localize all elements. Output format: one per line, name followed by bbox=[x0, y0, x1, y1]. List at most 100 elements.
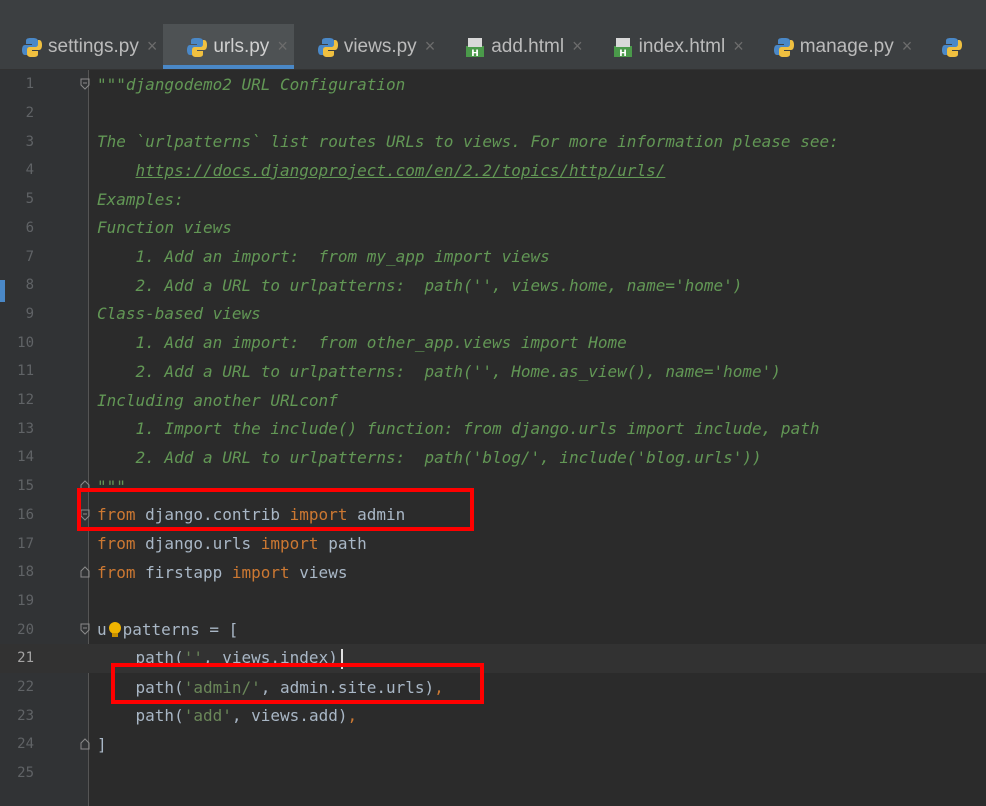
code-line[interactable]: 11 2. Add a URL to urlpatterns: path('',… bbox=[0, 357, 986, 386]
line-number: 17 bbox=[17, 535, 34, 552]
docstring-text: Examples: bbox=[97, 189, 184, 209]
line-number: 11 bbox=[17, 363, 34, 380]
highlight-box-admin-path bbox=[111, 663, 484, 704]
code-line[interactable]: 9 Class-based views bbox=[0, 300, 986, 329]
docstring-text: 1. Add an import: from other_app.views i… bbox=[97, 333, 627, 353]
line-number: 2 bbox=[25, 105, 34, 122]
fold-icon[interactable] bbox=[80, 566, 90, 578]
tab-views-py[interactable]: views.py × bbox=[294, 24, 441, 69]
docstring-text: 1. Add an import: from my_app import vie… bbox=[97, 247, 550, 267]
title-bar bbox=[0, 0, 986, 24]
code-line[interactable]: 17 from django.urls import path bbox=[0, 529, 986, 558]
line-number: 21 bbox=[17, 650, 34, 667]
svg-text:H: H bbox=[619, 49, 627, 58]
code-line[interactable]: 3 The `urlpatterns` list routes URLs to … bbox=[0, 127, 986, 156]
tab-label: settings.py bbox=[48, 35, 139, 57]
identifier: patterns = [ bbox=[122, 619, 239, 639]
close-icon[interactable]: × bbox=[572, 36, 583, 57]
comma: , bbox=[347, 706, 358, 726]
code-line[interactable]: 20 u patterns = [ bbox=[0, 615, 986, 644]
close-icon[interactable]: × bbox=[733, 36, 744, 57]
python-file-icon bbox=[22, 37, 42, 57]
line-number: 10 bbox=[17, 334, 34, 351]
code-line[interactable]: 5 Examples: bbox=[0, 185, 986, 214]
line-number: 7 bbox=[25, 248, 34, 265]
code-line[interactable]: 1 """djangodemo2 URL Configuration bbox=[0, 70, 986, 99]
code-line[interactable]: 14 2. Add a URL to urlpatterns: path('bl… bbox=[0, 443, 986, 472]
lightbulb-icon[interactable] bbox=[108, 621, 122, 639]
docstring-text: """djangodemo2 URL Configuration bbox=[97, 74, 406, 94]
docstring-text: 2. Add a URL to urlpatterns: path('blog/… bbox=[97, 447, 762, 467]
code-line[interactable]: 10 1. Add an import: from other_app.view… bbox=[0, 328, 986, 357]
docstring-text: Function views bbox=[97, 218, 232, 238]
code-line[interactable]: 18 from firstapp import views bbox=[0, 558, 986, 587]
line-number: 24 bbox=[17, 736, 34, 753]
code-editor[interactable]: 1 """djangodemo2 URL Configuration 2 3 T… bbox=[0, 70, 986, 806]
line-number: 18 bbox=[17, 564, 34, 581]
code-line[interactable]: 24 ] bbox=[0, 730, 986, 759]
close-icon[interactable]: × bbox=[902, 36, 913, 57]
string-literal: 'add' bbox=[183, 706, 232, 726]
line-number: 25 bbox=[17, 765, 34, 782]
code-line[interactable]: 7 1. Add an import: from my_app import v… bbox=[0, 242, 986, 271]
module-name: django.urls bbox=[135, 534, 261, 554]
line-number: 23 bbox=[17, 707, 34, 724]
close-icon[interactable]: × bbox=[147, 36, 158, 57]
docstring-text: 1. Import the include() function: from d… bbox=[97, 419, 820, 439]
code-line[interactable]: 13 1. Import the include() function: fro… bbox=[0, 414, 986, 443]
tab-settings-py[interactable]: settings.py × bbox=[0, 24, 163, 69]
line-number: 12 bbox=[17, 392, 34, 409]
line-number: 3 bbox=[25, 133, 34, 150]
code-line[interactable]: 8 2. Add a URL to urlpatterns: path('', … bbox=[0, 271, 986, 300]
imported-name: views bbox=[289, 562, 348, 582]
fold-icon[interactable] bbox=[80, 78, 90, 90]
tab-add-html[interactable]: H add.html × bbox=[441, 24, 588, 69]
tab-label: views.py bbox=[343, 35, 417, 57]
fold-icon[interactable] bbox=[80, 623, 90, 636]
code-line[interactable]: 2 bbox=[0, 99, 986, 128]
import-statement: from django.urls import path bbox=[97, 534, 367, 553]
line-number: 5 bbox=[25, 191, 34, 208]
keyword: import bbox=[231, 562, 290, 582]
line-number: 20 bbox=[17, 621, 34, 638]
line-number: 19 bbox=[17, 592, 34, 609]
tab-label: index.html bbox=[638, 35, 726, 57]
code-line[interactable]: 19 bbox=[0, 587, 986, 616]
code-line[interactable]: 4 https://docs.djangoproject.com/en/2.2/… bbox=[0, 156, 986, 185]
line-number: 4 bbox=[25, 162, 34, 179]
python-file-icon bbox=[942, 37, 963, 57]
html-file-icon: H bbox=[466, 37, 485, 58]
code-line[interactable]: 23 path('add', views.add), bbox=[0, 701, 986, 730]
fold-icon[interactable] bbox=[80, 738, 90, 750]
docstring-text: https://docs.djangoproject.com/en/2.2/to… bbox=[97, 161, 666, 180]
html-file-icon: H bbox=[613, 37, 632, 58]
close-icon[interactable]: × bbox=[277, 36, 288, 57]
identifier: u bbox=[97, 619, 107, 639]
line-number: 13 bbox=[17, 420, 34, 437]
line-number: 16 bbox=[17, 506, 34, 523]
path-entry: path('add', views.add), bbox=[97, 706, 358, 726]
call: path( bbox=[97, 706, 184, 726]
code-line[interactable]: 25 bbox=[0, 759, 986, 788]
tab-label: add.html bbox=[491, 35, 565, 57]
python-file-icon bbox=[187, 37, 208, 57]
line-number: 6 bbox=[25, 219, 34, 236]
tab-manage-py[interactable]: manage.py × bbox=[750, 24, 919, 69]
tab-index-html[interactable]: H index.html × bbox=[589, 24, 750, 69]
keyword: import bbox=[260, 534, 319, 554]
tab-urls-py[interactable]: urls.py × bbox=[163, 24, 295, 69]
tab-overflow[interactable] bbox=[918, 24, 974, 69]
code-line[interactable]: 12 Including another URLconf bbox=[0, 386, 986, 415]
editor-tab-bar: settings.py × urls.py × views.py × H add… bbox=[0, 24, 986, 70]
tab-label: urls.py bbox=[213, 35, 270, 57]
docs-link[interactable]: https://docs.djangoproject.com/en/2.2/to… bbox=[136, 161, 666, 180]
line-number: 8 bbox=[25, 277, 34, 294]
line-number: 15 bbox=[17, 478, 34, 495]
close-icon[interactable]: × bbox=[425, 36, 436, 57]
keyword: from bbox=[97, 534, 136, 554]
tab-label: manage.py bbox=[799, 35, 894, 57]
code-line[interactable]: 6 Function views bbox=[0, 214, 986, 243]
docstring-text: The `urlpatterns` list routes URLs to vi… bbox=[97, 132, 839, 152]
closing-bracket: ] bbox=[97, 734, 107, 754]
